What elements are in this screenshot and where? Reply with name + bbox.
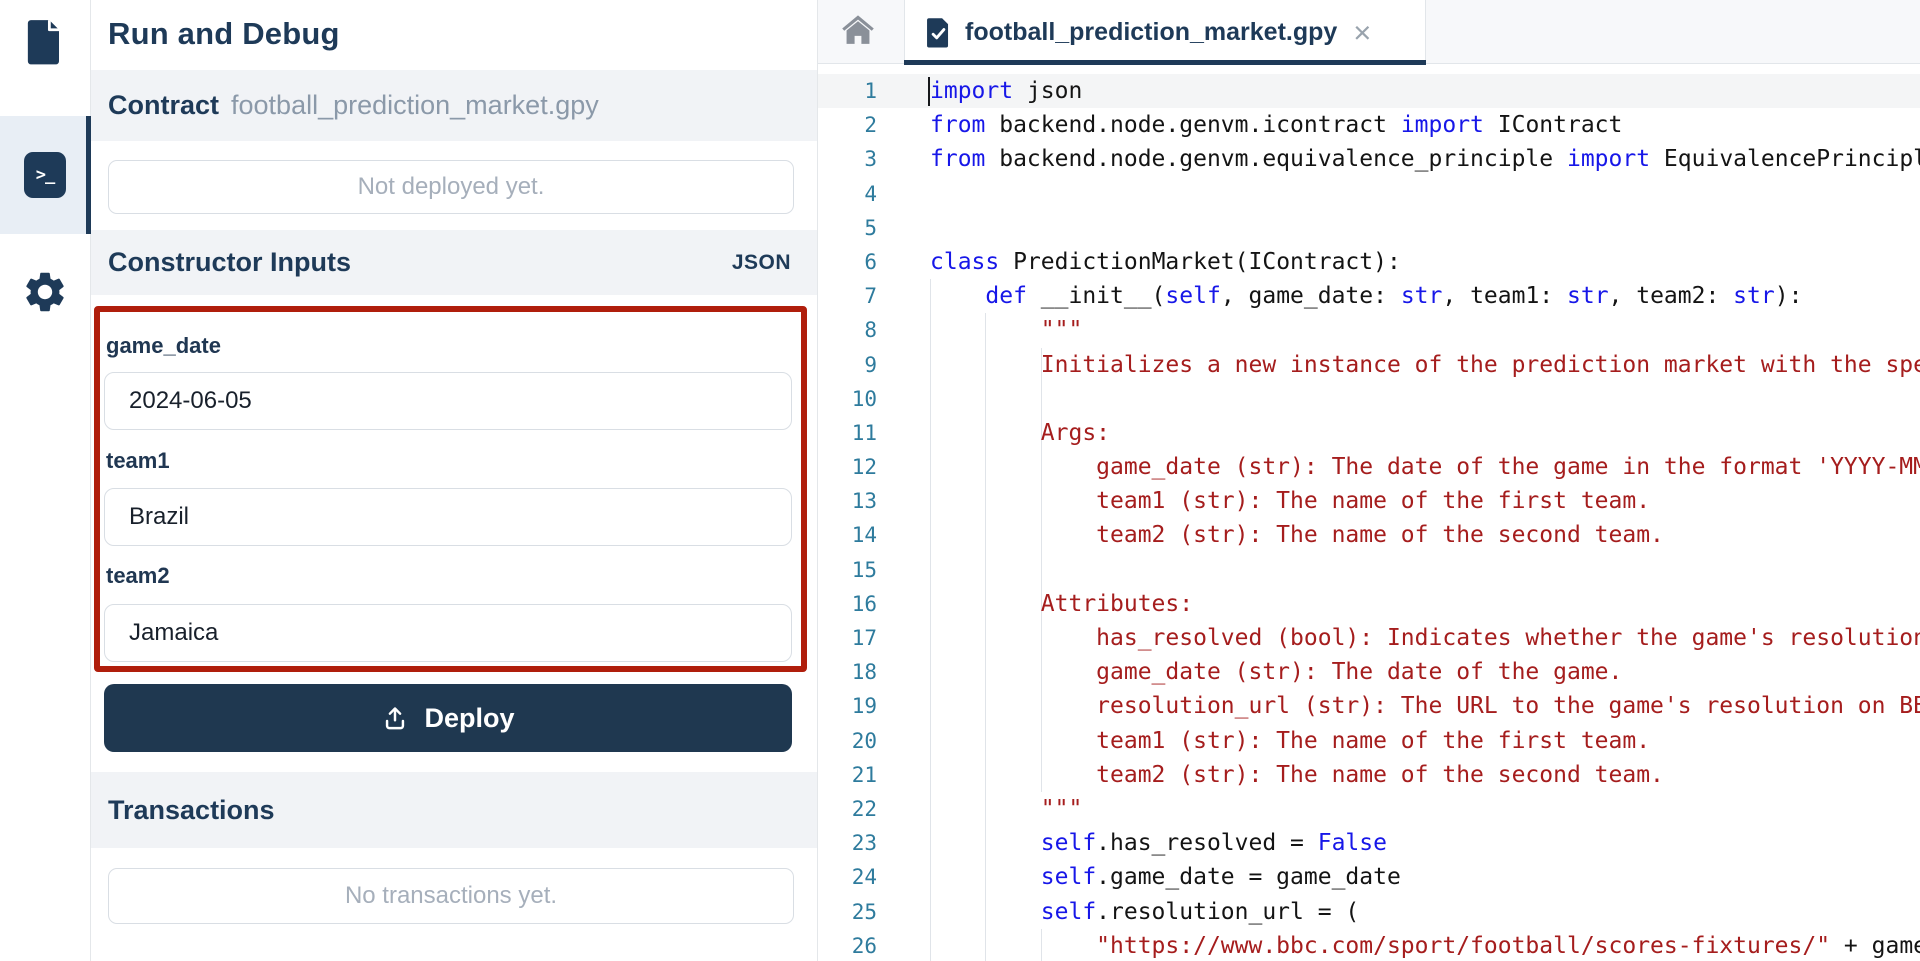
line-number: 26 xyxy=(818,929,877,961)
line-number: 17 xyxy=(818,621,877,655)
code-line: from backend.node.genvm.icontract import… xyxy=(930,108,1920,142)
team1-input[interactable] xyxy=(104,488,792,546)
home-icon xyxy=(839,13,877,52)
code-line: self.has_resolved = False xyxy=(930,826,1920,860)
line-number: 22 xyxy=(818,792,877,826)
code-content: import jsonfrom backend.node.genvm.icont… xyxy=(930,74,1920,961)
code-line: resolution_url (str): The URL to the gam… xyxy=(930,689,1920,723)
code-line: team2 (str): The name of the second team… xyxy=(930,758,1920,792)
code-line: self.resolution_url = ( xyxy=(930,895,1920,929)
code-line: Initializes a new instance of the predic… xyxy=(930,348,1920,382)
home-button[interactable] xyxy=(838,12,878,52)
code-line: import json xyxy=(930,74,1920,108)
code-line: "https://www.bbc.com/sport/football/scor… xyxy=(930,929,1920,961)
deploy-button-label: Deploy xyxy=(424,703,514,734)
team2-label: team2 xyxy=(106,563,170,589)
tab-strip: football_prediction_market.gpy × xyxy=(818,0,1920,64)
line-number: 25 xyxy=(818,895,877,929)
code-line: from backend.node.genvm.equivalence_prin… xyxy=(930,142,1920,176)
line-number: 3 xyxy=(818,142,877,176)
app-window: >_ Run and Debug Contract football_predi… xyxy=(0,0,1920,961)
constructor-inputs-title: Constructor Inputs xyxy=(108,247,351,278)
code-line: Attributes: xyxy=(930,587,1920,621)
line-number: 23 xyxy=(818,826,877,860)
settings-icon-button[interactable] xyxy=(21,270,69,318)
code-line: Args: xyxy=(930,416,1920,450)
team2-input[interactable] xyxy=(104,604,792,662)
deploy-button[interactable]: Deploy xyxy=(104,684,792,752)
line-number: 21 xyxy=(818,758,877,792)
game-date-input[interactable] xyxy=(104,372,792,430)
code-line xyxy=(930,382,1920,416)
json-toggle[interactable]: JSON xyxy=(732,251,791,275)
files-icon-button[interactable] xyxy=(22,18,68,70)
constructor-inputs-header-row: Constructor Inputs JSON xyxy=(91,230,817,295)
page-title: Run and Debug xyxy=(108,16,340,52)
tab-football-prediction-market[interactable]: football_prediction_market.gpy × xyxy=(904,0,1426,64)
line-number: 12 xyxy=(818,450,877,484)
line-number: 4 xyxy=(818,177,877,211)
code-line: class PredictionMarket(IContract): xyxy=(930,245,1920,279)
code-line: """ xyxy=(930,313,1920,347)
code-line: team1 (str): The name of the first team. xyxy=(930,724,1920,758)
code-line xyxy=(930,177,1920,211)
line-number: 18 xyxy=(818,655,877,689)
code-line: has_resolved (bool): Indicates whether t… xyxy=(930,621,1920,655)
line-number: 20 xyxy=(818,724,877,758)
contract-label: Contract xyxy=(108,90,219,121)
file-check-icon xyxy=(925,17,952,48)
line-number-gutter: 1234567891011121314151617181920212223242… xyxy=(818,74,877,961)
code-line xyxy=(930,553,1920,587)
contract-header-row: Contract football_prediction_market.gpy xyxy=(91,70,817,141)
line-number: 9 xyxy=(818,348,877,382)
line-number: 19 xyxy=(818,689,877,723)
file-icon xyxy=(24,17,66,72)
code-line: game_date (str): The date of the game in… xyxy=(930,450,1920,484)
line-number: 11 xyxy=(818,416,877,450)
line-number: 15 xyxy=(818,553,877,587)
line-number: 6 xyxy=(818,245,877,279)
code-line: def __init__(self, game_date: str, team1… xyxy=(930,279,1920,313)
game-date-label: game_date xyxy=(106,333,221,359)
deploy-status-box: Not deployed yet. xyxy=(108,160,794,214)
terminal-icon-button[interactable]: >_ xyxy=(24,152,66,198)
line-number: 24 xyxy=(818,860,877,894)
tab-title: football_prediction_market.gpy xyxy=(965,18,1337,47)
close-icon[interactable]: × xyxy=(1353,17,1371,48)
editor-region: football_prediction_market.gpy × 1234567… xyxy=(818,0,1920,961)
gear-icon xyxy=(21,268,69,321)
code-line: game_date (str): The date of the game. xyxy=(930,655,1920,689)
text-cursor xyxy=(928,77,930,106)
upload-icon xyxy=(381,704,409,732)
code-line: self.game_date = game_date xyxy=(930,860,1920,894)
line-number: 13 xyxy=(818,484,877,518)
code-line: """ xyxy=(930,792,1920,826)
line-number: 7 xyxy=(818,279,877,313)
transactions-empty-box: No transactions yet. xyxy=(108,868,794,924)
line-number: 1 xyxy=(818,74,877,108)
terminal-icon: >_ xyxy=(36,165,54,185)
transactions-title: Transactions xyxy=(108,795,275,826)
code-line: team1 (str): The name of the first team. xyxy=(930,484,1920,518)
code-editor[interactable]: 1234567891011121314151617181920212223242… xyxy=(818,65,1920,961)
transactions-header-row: Transactions xyxy=(91,772,817,848)
line-number: 16 xyxy=(818,587,877,621)
run-and-debug-panel: Run and Debug Contract football_predicti… xyxy=(91,0,818,961)
line-number: 10 xyxy=(818,382,877,416)
line-number: 5 xyxy=(818,211,877,245)
code-line: team2 (str): The name of the second team… xyxy=(930,518,1920,552)
line-number: 2 xyxy=(818,108,877,142)
team1-label: team1 xyxy=(106,448,170,474)
line-number: 14 xyxy=(818,518,877,552)
activity-bar: >_ xyxy=(0,0,91,961)
line-number: 8 xyxy=(818,313,877,347)
code-line xyxy=(930,211,1920,245)
contract-filename: football_prediction_market.gpy xyxy=(231,90,599,121)
